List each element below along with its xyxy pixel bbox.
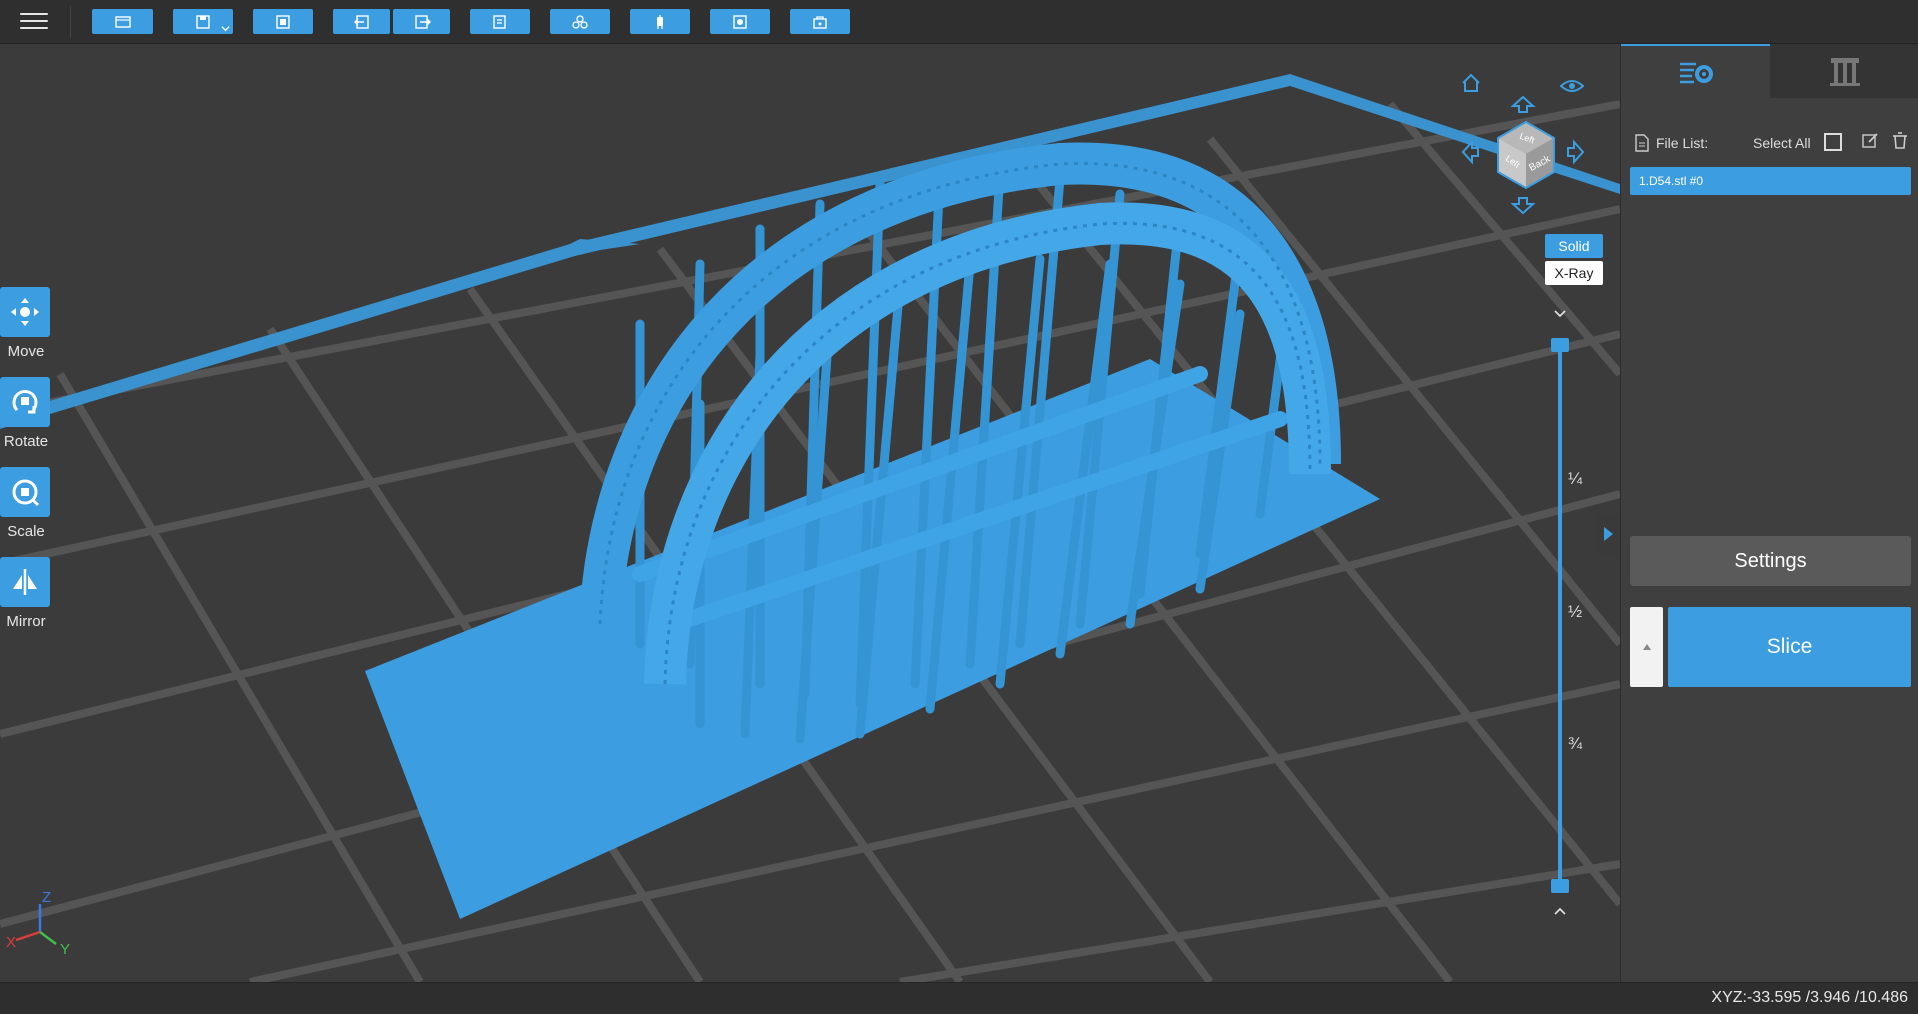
view-cube[interactable]: Left Back Left [1490,116,1560,196]
file-icon [1635,134,1649,152]
axes-indicator: Z X Y [6,889,70,954]
slider-down-chevron-icon[interactable] [1553,309,1567,319]
export-button[interactable] [393,9,450,34]
rotate-left-icon[interactable] [1460,139,1480,165]
move-tool-label: Move [7,343,45,360]
printer-icon [1829,58,1860,86]
solid-mode-button[interactable]: Solid [1545,234,1603,258]
save-button[interactable] [173,9,233,34]
hamburger-menu-icon[interactable] [20,8,48,34]
export-icon [414,14,431,29]
open-file-button[interactable] [92,9,153,34]
chevron-down-icon [221,26,230,32]
xray-mode-button[interactable]: X-Ray [1545,261,1603,285]
triangle-up-icon [1642,644,1651,650]
toolbar-divider [70,6,71,38]
move-icon [0,287,50,337]
drill-button[interactable] [790,9,850,34]
move-tool[interactable]: Move [0,287,52,360]
select-all-label: Select All [1753,135,1811,151]
import-button[interactable] [333,9,390,34]
axis-y-label: Y [60,941,70,954]
rotate-right-icon[interactable] [1566,139,1586,165]
rotate-up-icon[interactable] [1510,94,1536,114]
arrange-icon [572,14,588,29]
scale-icon [0,467,50,517]
scale-tool[interactable]: Scale [0,467,52,540]
tab-settings[interactable] [1621,44,1770,100]
slice-button[interactable]: Slice [1668,607,1911,687]
arrange-button[interactable] [550,9,610,34]
frame-icon [276,14,290,29]
rotate-tool[interactable]: Rotate [0,377,52,450]
slider-up-chevron-icon[interactable] [1553,906,1567,916]
3d-viewport[interactable]: Move Rotate Scale Mirror Left Back Left … [0,44,1620,982]
copy-icon [493,14,506,29]
hollow-icon [733,14,747,29]
edit-icon[interactable] [1861,132,1879,150]
axis-x-label: X [6,934,16,951]
layer-slider-top-handle[interactable] [1551,338,1569,352]
play-right-icon [1603,527,1613,541]
copy-button[interactable] [470,9,530,34]
slice-options-button[interactable] [1630,607,1663,687]
mirror-tool[interactable]: Mirror [0,557,52,630]
list-gear-icon [1679,62,1713,84]
trash-icon[interactable] [1891,132,1909,150]
tab-printer[interactable] [1770,44,1918,98]
slider-mark-quarter: ¼ [1568,469,1583,488]
floppy-icon [196,14,210,29]
layer-slider-track[interactable] [1558,344,1562,886]
support-icon [657,14,663,29]
file-list-label: File List: [1656,135,1709,151]
status-bar: XYZ:-33.595 /3.946 /10.486 [0,982,1918,1014]
slider-mark-three-quarter: ¾ [1568,734,1583,753]
rotate-tool-label: Rotate [3,433,49,450]
mirror-icon [0,557,50,607]
right-panel: File List: Select All 1.D54.stl #0 Setti… [1620,44,1918,982]
slider-mark-half: ½ [1568,602,1583,621]
print-scene [0,74,1620,982]
settings-button[interactable]: Settings [1630,536,1911,586]
support-button[interactable] [630,9,690,34]
home-view-icon[interactable] [1460,72,1482,94]
layer-slider-bottom-handle[interactable] [1551,879,1569,893]
select-all-checkbox[interactable] [1824,133,1842,151]
eye-icon[interactable] [1560,78,1584,94]
rotate-icon [0,377,50,427]
file-list-item[interactable]: 1.D54.stl #0 [1630,167,1911,195]
top-toolbar [0,0,1918,44]
axis-z-label: Z [42,889,51,906]
drill-icon [813,15,827,29]
scale-tool-label: Scale [7,523,45,540]
coordinates-readout: XYZ:-33.595 /3.946 /10.486 [1711,989,1908,1006]
collapse-panel-button[interactable] [1595,514,1620,554]
hollow-button[interactable] [710,9,770,34]
folder-icon [114,15,131,28]
rotate-down-icon[interactable] [1510,196,1536,216]
screenshot-button[interactable] [253,9,313,34]
mirror-tool-label: Mirror [6,613,46,630]
import-icon [353,14,369,29]
